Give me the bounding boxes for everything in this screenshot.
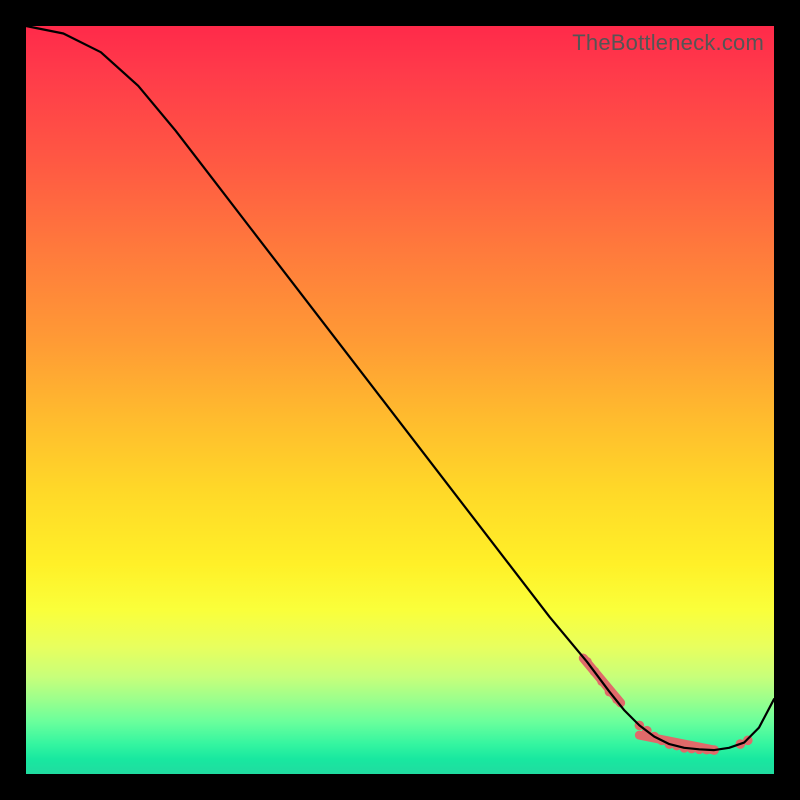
bottleneck-curve	[26, 26, 774, 750]
chart-frame: TheBottleneck.com	[0, 0, 800, 800]
curve-layer	[26, 26, 774, 774]
plot-area: TheBottleneck.com	[26, 26, 774, 774]
markers-group	[582, 657, 752, 755]
